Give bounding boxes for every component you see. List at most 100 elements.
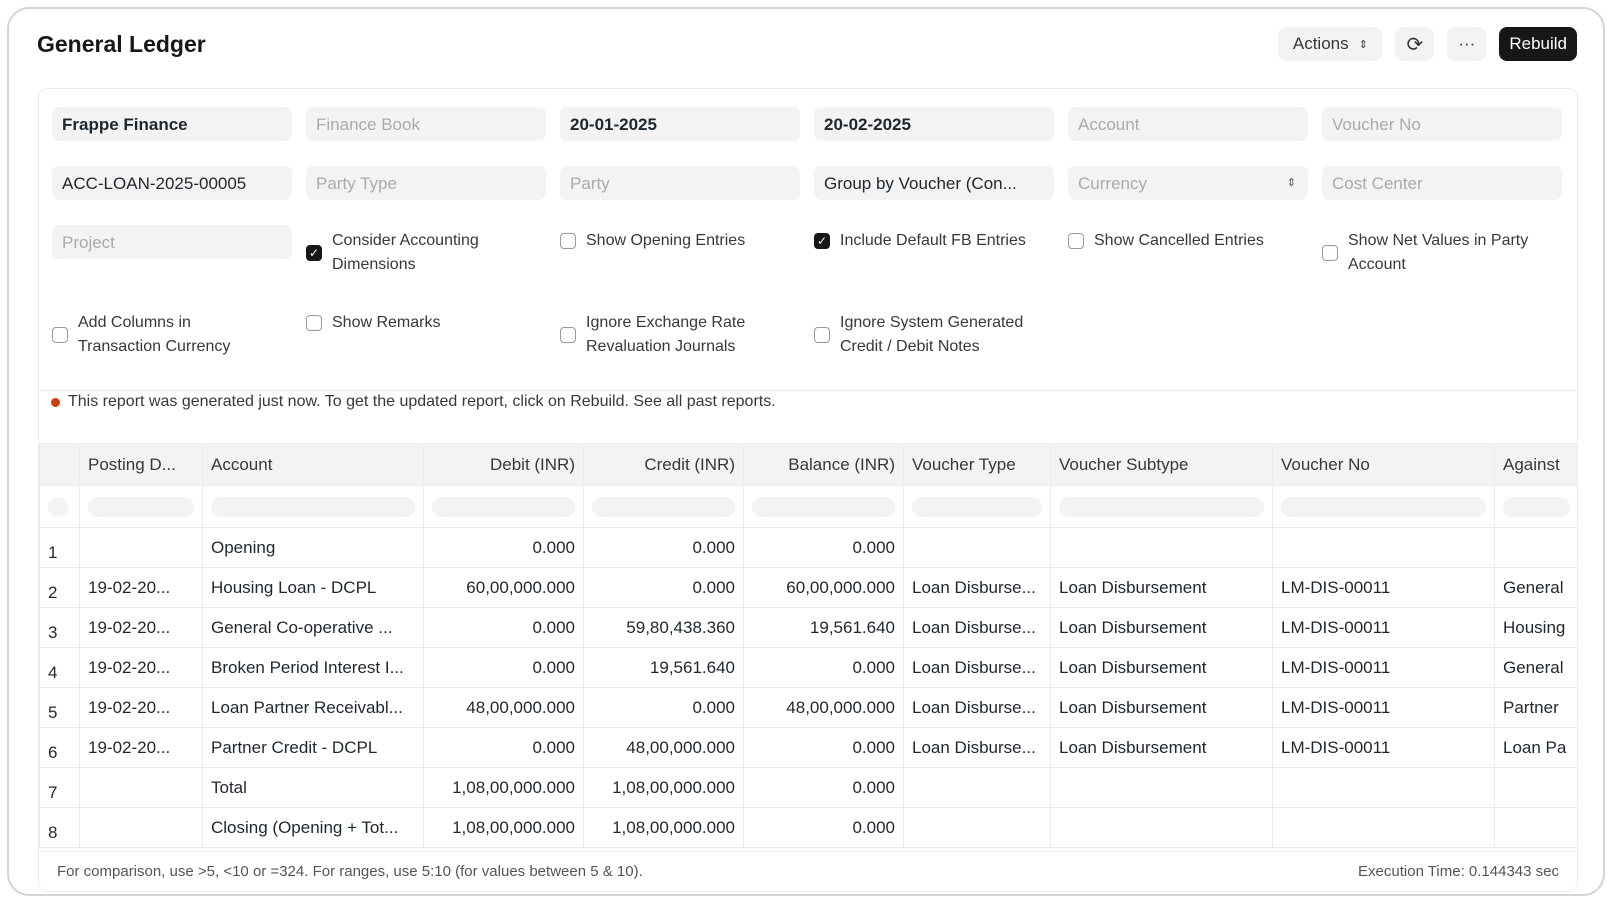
table-row[interactable]: 5 19-02-20... Loan Partner Receivabl... 48,… [39, 687, 1577, 728]
group-by-select[interactable]: Group by Voucher (Con... [814, 166, 1054, 200]
checkbox-show-remarks[interactable]: Show Remarks [306, 311, 546, 335]
table-cell[interactable]: General [1494, 647, 1577, 688]
column-filter-input[interactable] [903, 485, 1051, 528]
table-cell[interactable]: Housing Loan - DCPL [202, 567, 424, 608]
column-header[interactable]: Account [202, 443, 424, 486]
to-date-field[interactable]: 20-02-2025 [814, 107, 1054, 141]
column-filter-input[interactable] [79, 485, 203, 528]
table-cell[interactable]: Loan Disbursement [1050, 647, 1273, 688]
column-filter-input[interactable] [1494, 485, 1577, 528]
table-cell[interactable]: 0.000 [743, 647, 904, 688]
table-cell[interactable]: 19-02-20... [79, 727, 203, 768]
table-row[interactable]: 4 19-02-20... Broken Period Interest I... 0… [39, 647, 1577, 688]
checkbox-consider-accounting-dimensions[interactable]: ✓ Consider Accounting Dimensions [306, 229, 546, 277]
table-cell[interactable]: 0.000 [423, 647, 584, 688]
table-cell[interactable] [1050, 527, 1273, 568]
table-cell[interactable]: Loan Disburse... [903, 687, 1051, 728]
table-cell[interactable]: 1,08,00,000.000 [583, 807, 744, 848]
party-field[interactable]: Party [560, 166, 800, 200]
checkbox-ignore-system-notes[interactable]: Ignore System Generated Credit / Debit N… [814, 311, 1044, 359]
rebuild-button[interactable]: Rebuild [1499, 27, 1577, 61]
table-cell[interactable] [903, 807, 1051, 848]
table-cell[interactable]: Closing (Opening + Tot... [202, 807, 424, 848]
table-cell[interactable]: 19-02-20... [79, 647, 203, 688]
table-cell[interactable]: Housing [1494, 607, 1577, 648]
table-cell[interactable]: Opening [202, 527, 424, 568]
table-cell[interactable] [1494, 527, 1577, 568]
actions-button[interactable]: Actions ⇕ [1278, 27, 1383, 61]
cost-center-field[interactable]: Cost Center [1322, 166, 1562, 200]
party-type-field[interactable]: Party Type [306, 166, 546, 200]
table-cell[interactable]: 19,561.640 [743, 607, 904, 648]
table-cell[interactable]: 48,00,000.000 [583, 727, 744, 768]
table-cell[interactable]: General [1494, 567, 1577, 608]
table-cell[interactable]: 19,561.640 [583, 647, 744, 688]
column-filter-input[interactable] [202, 485, 424, 528]
table-cell[interactable]: 59,80,438.360 [583, 607, 744, 648]
table-cell[interactable]: LM-DIS-00011 [1272, 727, 1495, 768]
table-cell[interactable]: General Co-operative ... [202, 607, 424, 648]
table-cell[interactable]: 19-02-20... [79, 687, 203, 728]
table-cell[interactable]: LM-DIS-00011 [1272, 607, 1495, 648]
table-cell[interactable]: Broken Period Interest I... [202, 647, 424, 688]
table-cell[interactable] [1272, 767, 1495, 808]
table-cell[interactable] [1494, 807, 1577, 848]
table-cell[interactable]: 48,00,000.000 [423, 687, 584, 728]
more-button[interactable]: ··· [1447, 27, 1487, 61]
table-cell[interactable]: 0.000 [743, 767, 904, 808]
column-filter-input[interactable] [423, 485, 584, 528]
column-filter-input[interactable] [583, 485, 744, 528]
checkbox-add-transaction-currency[interactable]: Add Columns in Transaction Currency [52, 311, 272, 359]
table-row[interactable]: 3 19-02-20... General Co-operative ... 0.00… [39, 607, 1577, 648]
table-cell[interactable]: 60,00,000.000 [423, 567, 584, 608]
column-filter-input[interactable] [1050, 485, 1273, 528]
checkbox-show-net-values[interactable]: Show Net Values in Party Account [1322, 229, 1552, 277]
column-header[interactable]: Balance (INR) [743, 443, 904, 486]
table-cell[interactable]: Loan Partner Receivabl... [202, 687, 424, 728]
table-cell[interactable]: Loan Disburse... [903, 567, 1051, 608]
finance-book-field[interactable]: Finance Book [306, 107, 546, 141]
column-header[interactable]: Posting D... [79, 443, 203, 486]
table-cell[interactable]: Loan Disburse... [903, 607, 1051, 648]
against-voucher-field[interactable]: ACC-LOAN-2025-00005 [52, 166, 292, 200]
table-cell[interactable]: Loan Pa [1494, 727, 1577, 768]
column-filter-input[interactable] [39, 485, 80, 528]
table-cell[interactable]: 1,08,00,000.000 [423, 767, 584, 808]
table-cell[interactable]: 0.000 [743, 807, 904, 848]
table-row[interactable]: 6 19-02-20... Partner Credit - DCPL 0.000 48… [39, 727, 1577, 768]
table-cell[interactable]: Partner Credit - DCPL [202, 727, 424, 768]
column-header[interactable]: Voucher No [1272, 443, 1495, 486]
column-filter-input[interactable] [743, 485, 904, 528]
table-cell[interactable]: LM-DIS-00011 [1272, 567, 1495, 608]
account-field[interactable]: Account [1068, 107, 1308, 141]
table-cell[interactable]: 0.000 [743, 527, 904, 568]
table-cell[interactable]: 0.000 [583, 567, 744, 608]
column-header[interactable]: Credit (INR) [583, 443, 744, 486]
checkbox-include-default-fb[interactable]: ✓ Include Default FB Entries [814, 229, 1054, 253]
table-row[interactable]: 2 19-02-20... Housing Loan - DCPL 60,00,000… [39, 567, 1577, 608]
column-filter-input[interactable] [1272, 485, 1495, 528]
table-cell[interactable] [79, 807, 203, 848]
currency-select[interactable]: Currency ⇕ [1068, 166, 1308, 200]
checkbox-show-opening-entries[interactable]: Show Opening Entries [560, 229, 800, 253]
table-cell[interactable] [79, 527, 203, 568]
table-cell[interactable]: 0.000 [583, 527, 744, 568]
table-cell[interactable] [79, 767, 203, 808]
table-cell[interactable]: 0.000 [583, 687, 744, 728]
voucher-no-field[interactable]: Voucher No [1322, 107, 1562, 141]
table-cell[interactable]: Partner [1494, 687, 1577, 728]
checkbox-ignore-exchange-rate[interactable]: Ignore Exchange Rate Revaluation Journal… [560, 311, 780, 359]
table-cell[interactable] [1494, 767, 1577, 808]
table-cell[interactable] [903, 767, 1051, 808]
table-cell[interactable]: 19-02-20... [79, 607, 203, 648]
table-cell[interactable]: Loan Disbursement [1050, 687, 1273, 728]
table-cell[interactable] [903, 527, 1051, 568]
table-cell[interactable]: Loan Disbursement [1050, 567, 1273, 608]
table-row[interactable]: 8 Closing (Opening + Tot... 1,08,00,000.00… [39, 807, 1577, 848]
table-cell[interactable] [1272, 527, 1495, 568]
table-cell[interactable]: Loan Disburse... [903, 647, 1051, 688]
table-cell[interactable] [1050, 767, 1273, 808]
table-cell[interactable]: 1,08,00,000.000 [583, 767, 744, 808]
from-date-field[interactable]: 20-01-2025 [560, 107, 800, 141]
status-text[interactable]: This report was generated just now. To g… [68, 393, 776, 411]
